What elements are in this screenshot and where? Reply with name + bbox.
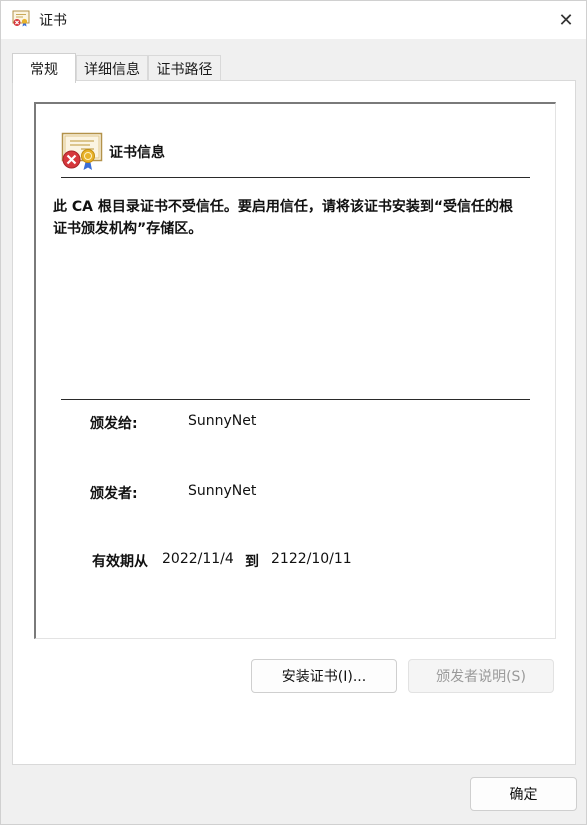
issuer-statement-button: 颁发者说明(S) (408, 659, 554, 693)
issued-by-label: 颁发者: (90, 486, 138, 502)
valid-to-value: 2122/10/11 (271, 551, 352, 567)
tab-certification-path[interactable]: 证书路径 (148, 55, 221, 81)
tab-general[interactable]: 常规 (12, 53, 76, 83)
valid-to-label: 到 (245, 554, 259, 570)
header-divider (61, 177, 530, 178)
install-certificate-button[interactable]: 安装证书(I)... (251, 659, 397, 693)
certificate-icon (12, 10, 30, 27)
ok-button[interactable]: 确定 (470, 777, 577, 811)
tab-label: 常规 (30, 61, 58, 78)
certificate-info-box: 证书信息 此 CA 根目录证书不受信任。要启用信任，请将该证书安装到“受信任的根… (34, 102, 556, 639)
details-divider (61, 399, 530, 400)
tab-details[interactable]: 详细信息 (76, 55, 148, 81)
valid-from-value: 2022/11/4 (162, 551, 234, 567)
certificate-error-icon (61, 132, 103, 170)
certificate-info-title: 证书信息 (109, 145, 165, 161)
issued-by-value: SunnyNet (188, 483, 257, 499)
trust-warning-text: 此 CA 根目录证书不受信任。要启用信任，请将该证书安装到“受信任的根证书颁发机… (53, 199, 514, 237)
window-title: 证书 (39, 13, 67, 29)
close-button[interactable]: ✕ (547, 1, 585, 39)
issued-to-label: 颁发给: (90, 416, 138, 432)
certificate-dialog: 证书 ✕ 常规 详细信息 证书路径 证书信息 此 CA 根目录证书不受信任。要启… (0, 0, 587, 825)
tab-label: 证书路径 (156, 61, 213, 78)
valid-from-label: 有效期从 (92, 554, 148, 570)
issued-to-value: SunnyNet (188, 413, 257, 429)
general-tab-panel: 证书信息 此 CA 根目录证书不受信任。要启用信任，请将该证书安装到“受信任的根… (12, 80, 576, 765)
tab-label: 详细信息 (84, 61, 140, 78)
title-bar: 证书 ✕ (1, 1, 586, 39)
close-icon: ✕ (558, 9, 574, 31)
